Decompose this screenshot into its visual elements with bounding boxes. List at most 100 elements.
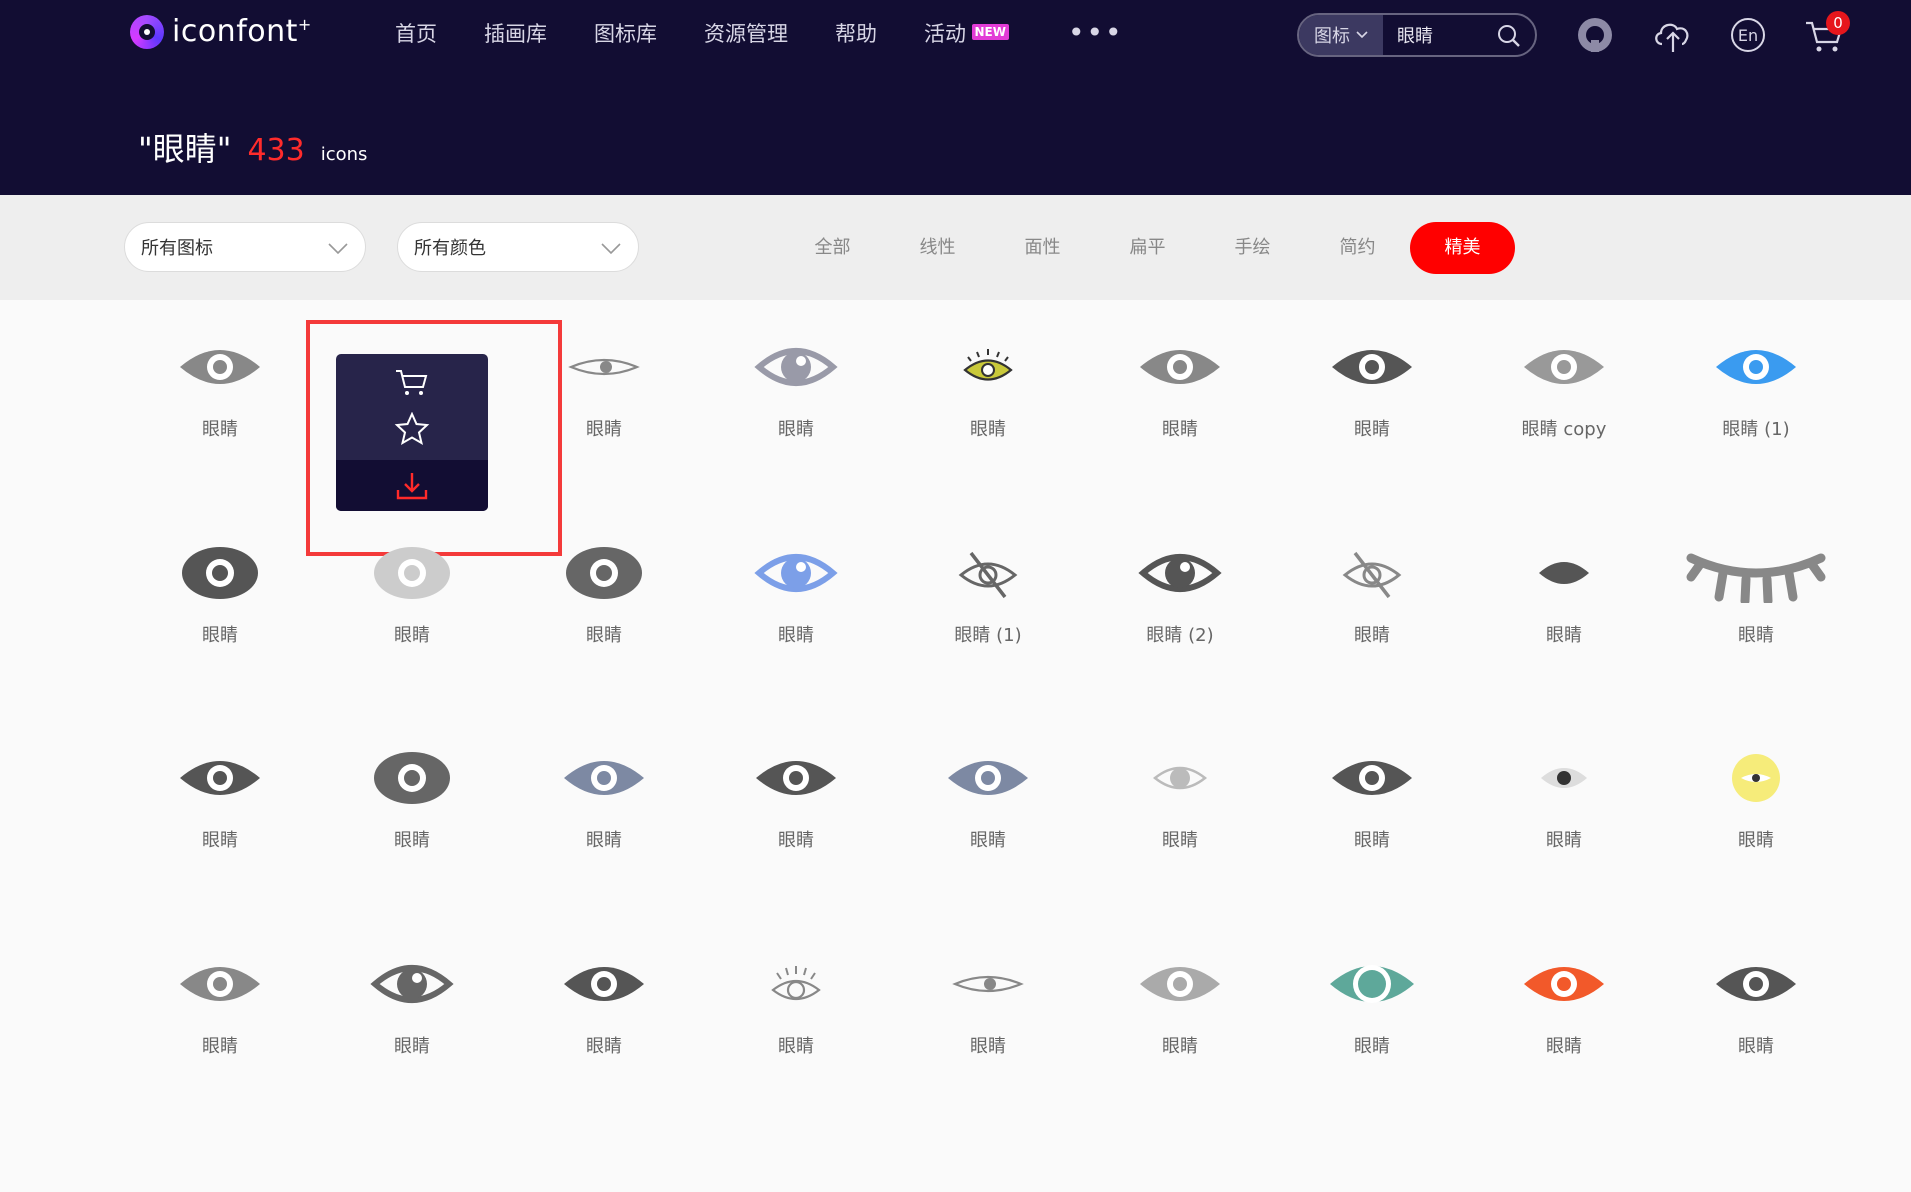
download-button[interactable]	[336, 460, 488, 511]
icon-item[interactable]: 眼睛	[322, 533, 502, 723]
color-dropdown[interactable]: 所有颜色	[397, 222, 639, 272]
icon-item[interactable]: 眼睛	[1666, 944, 1846, 1134]
icon-item[interactable]: 眼睛 copy	[1474, 327, 1654, 517]
icon-item[interactable]: 眼睛	[322, 738, 502, 928]
eye-icon	[514, 944, 694, 1024]
tab-linear[interactable]: 线性	[885, 222, 990, 274]
icon-item[interactable]: 眼睛	[130, 327, 310, 517]
icon-item[interactable]: 眼睛 (1)	[898, 533, 1078, 723]
icon-item[interactable]: 眼睛	[898, 738, 1078, 928]
icon-item[interactable]: 眼睛	[1090, 738, 1270, 928]
nav-icon-library[interactable]: 图标库	[594, 18, 657, 48]
icon-label: 眼睛	[586, 1036, 622, 1057]
icon-item[interactable]: 眼睛	[1090, 327, 1270, 517]
iconfont-logo[interactable]: iconfont+	[130, 14, 312, 49]
eye-icon	[1090, 533, 1270, 613]
icon-item[interactable]: 眼睛	[1474, 533, 1654, 723]
icon-label: 眼睛	[394, 625, 430, 646]
eye-icon	[130, 327, 310, 407]
icon-item[interactable]: 眼睛	[898, 944, 1078, 1134]
tab-all[interactable]: 全部	[780, 222, 885, 274]
icon-item[interactable]: 眼睛	[706, 738, 886, 928]
github-icon[interactable]	[1576, 16, 1614, 54]
search-input[interactable]	[1383, 24, 1493, 46]
chevron-down-icon	[328, 243, 348, 255]
icon-item[interactable]: 眼睛	[706, 944, 886, 1134]
eye-icon	[322, 944, 502, 1024]
icon-item[interactable]: 眼睛	[1090, 944, 1270, 1134]
icon-item[interactable]: 眼睛	[1282, 738, 1462, 928]
icon-item[interactable]: 眼睛	[1474, 738, 1654, 928]
icon-label: 眼睛	[1162, 419, 1198, 440]
main-nav: 首页 插画库 图标库 资源管理 帮助 活动 NEW	[395, 18, 1012, 48]
icon-item[interactable]: 眼睛	[130, 738, 310, 928]
upload-cloud-icon[interactable]	[1652, 16, 1694, 54]
search-query: "眼睛"	[138, 130, 232, 168]
icon-label: 眼睛	[778, 419, 814, 440]
eye-icon	[514, 533, 694, 613]
add-to-cart-icon[interactable]	[394, 368, 430, 398]
icon-label: 眼睛	[970, 1036, 1006, 1057]
icon-label: 眼睛	[1354, 830, 1390, 851]
icon-item[interactable]: 眼睛	[1282, 533, 1462, 723]
eye-icon	[1090, 944, 1270, 1024]
icon-item[interactable]: 眼睛 (1)	[1666, 327, 1846, 517]
eye-icon	[1282, 738, 1462, 818]
icon-label: 眼睛	[778, 625, 814, 646]
tab-handdrawn[interactable]: 手绘	[1200, 222, 1305, 274]
icon-item[interactable]: 眼睛	[1666, 738, 1846, 928]
result-unit: icons	[320, 144, 368, 165]
icon-item[interactable]: 眼睛	[514, 944, 694, 1134]
language-en-icon[interactable]: En	[1729, 16, 1767, 54]
eye-icon	[898, 738, 1078, 818]
icon-item[interactable]: 眼睛	[514, 327, 694, 517]
nav-activity[interactable]: 活动 NEW	[924, 18, 1009, 48]
icon-item[interactable]: 眼睛	[706, 533, 886, 723]
nav-home[interactable]: 首页	[395, 18, 437, 48]
favorite-star-icon[interactable]	[394, 412, 430, 446]
icon-item[interactable]: 眼睛	[1282, 944, 1462, 1134]
eye-icon	[514, 738, 694, 818]
icon-label: 眼睛	[394, 1036, 430, 1057]
more-menu-button[interactable]: •••	[1068, 16, 1124, 49]
icon-item[interactable]: 眼睛	[130, 533, 310, 723]
icon-item[interactable]: 眼睛	[130, 944, 310, 1134]
tab-exquisite[interactable]: 精美	[1410, 222, 1515, 274]
new-badge: NEW	[971, 24, 1009, 40]
icon-item[interactable]: 眼睛 (2)	[1090, 533, 1270, 723]
icon-item[interactable]: 眼睛	[514, 533, 694, 723]
icon-item[interactable]: 眼睛	[1474, 944, 1654, 1134]
icon-item[interactable]: 眼睛	[706, 327, 886, 517]
icon-label: 眼睛	[1354, 625, 1390, 646]
nav-help[interactable]: 帮助	[835, 18, 877, 48]
icon-item[interactable]: 眼睛	[1666, 533, 1846, 723]
icon-item[interactable]: 眼睛	[514, 738, 694, 928]
icon-item[interactable]: 眼睛	[322, 944, 502, 1134]
eye-icon	[322, 738, 502, 818]
eye-icon	[514, 327, 694, 407]
icon-label: 眼睛	[586, 419, 622, 440]
icon-label: 眼睛	[1546, 830, 1582, 851]
icon-label: 眼睛	[1738, 625, 1774, 646]
icon-label: 眼睛	[1354, 1036, 1390, 1057]
logo-text: iconfont+	[172, 14, 312, 49]
nav-resource-management[interactable]: 资源管理	[704, 18, 788, 48]
eye-icon	[898, 944, 1078, 1024]
icon-label: 眼睛	[202, 625, 238, 646]
eye-icon	[1666, 327, 1846, 407]
search-icon[interactable]	[1497, 24, 1521, 48]
tab-filled[interactable]: 面性	[990, 222, 1095, 274]
icon-item[interactable]: 眼睛	[1282, 327, 1462, 517]
top-header: iconfont+ 首页 插画库 图标库 资源管理 帮助 活动 NEW ••• 图…	[0, 0, 1911, 195]
eye-icon	[130, 944, 310, 1024]
search-type-select[interactable]: 图标	[1299, 15, 1383, 55]
nav-illustrations[interactable]: 插画库	[484, 18, 547, 48]
icon-label: 眼睛	[970, 419, 1006, 440]
eye-icon	[706, 327, 886, 407]
icon-type-dropdown[interactable]: 所有图标	[124, 222, 366, 272]
icon-label: 眼睛	[1738, 830, 1774, 851]
tab-flat[interactable]: 扁平	[1095, 222, 1200, 274]
tab-simple[interactable]: 简约	[1305, 222, 1410, 274]
eye-icon	[1474, 944, 1654, 1024]
icon-item[interactable]: 眼睛	[898, 327, 1078, 517]
